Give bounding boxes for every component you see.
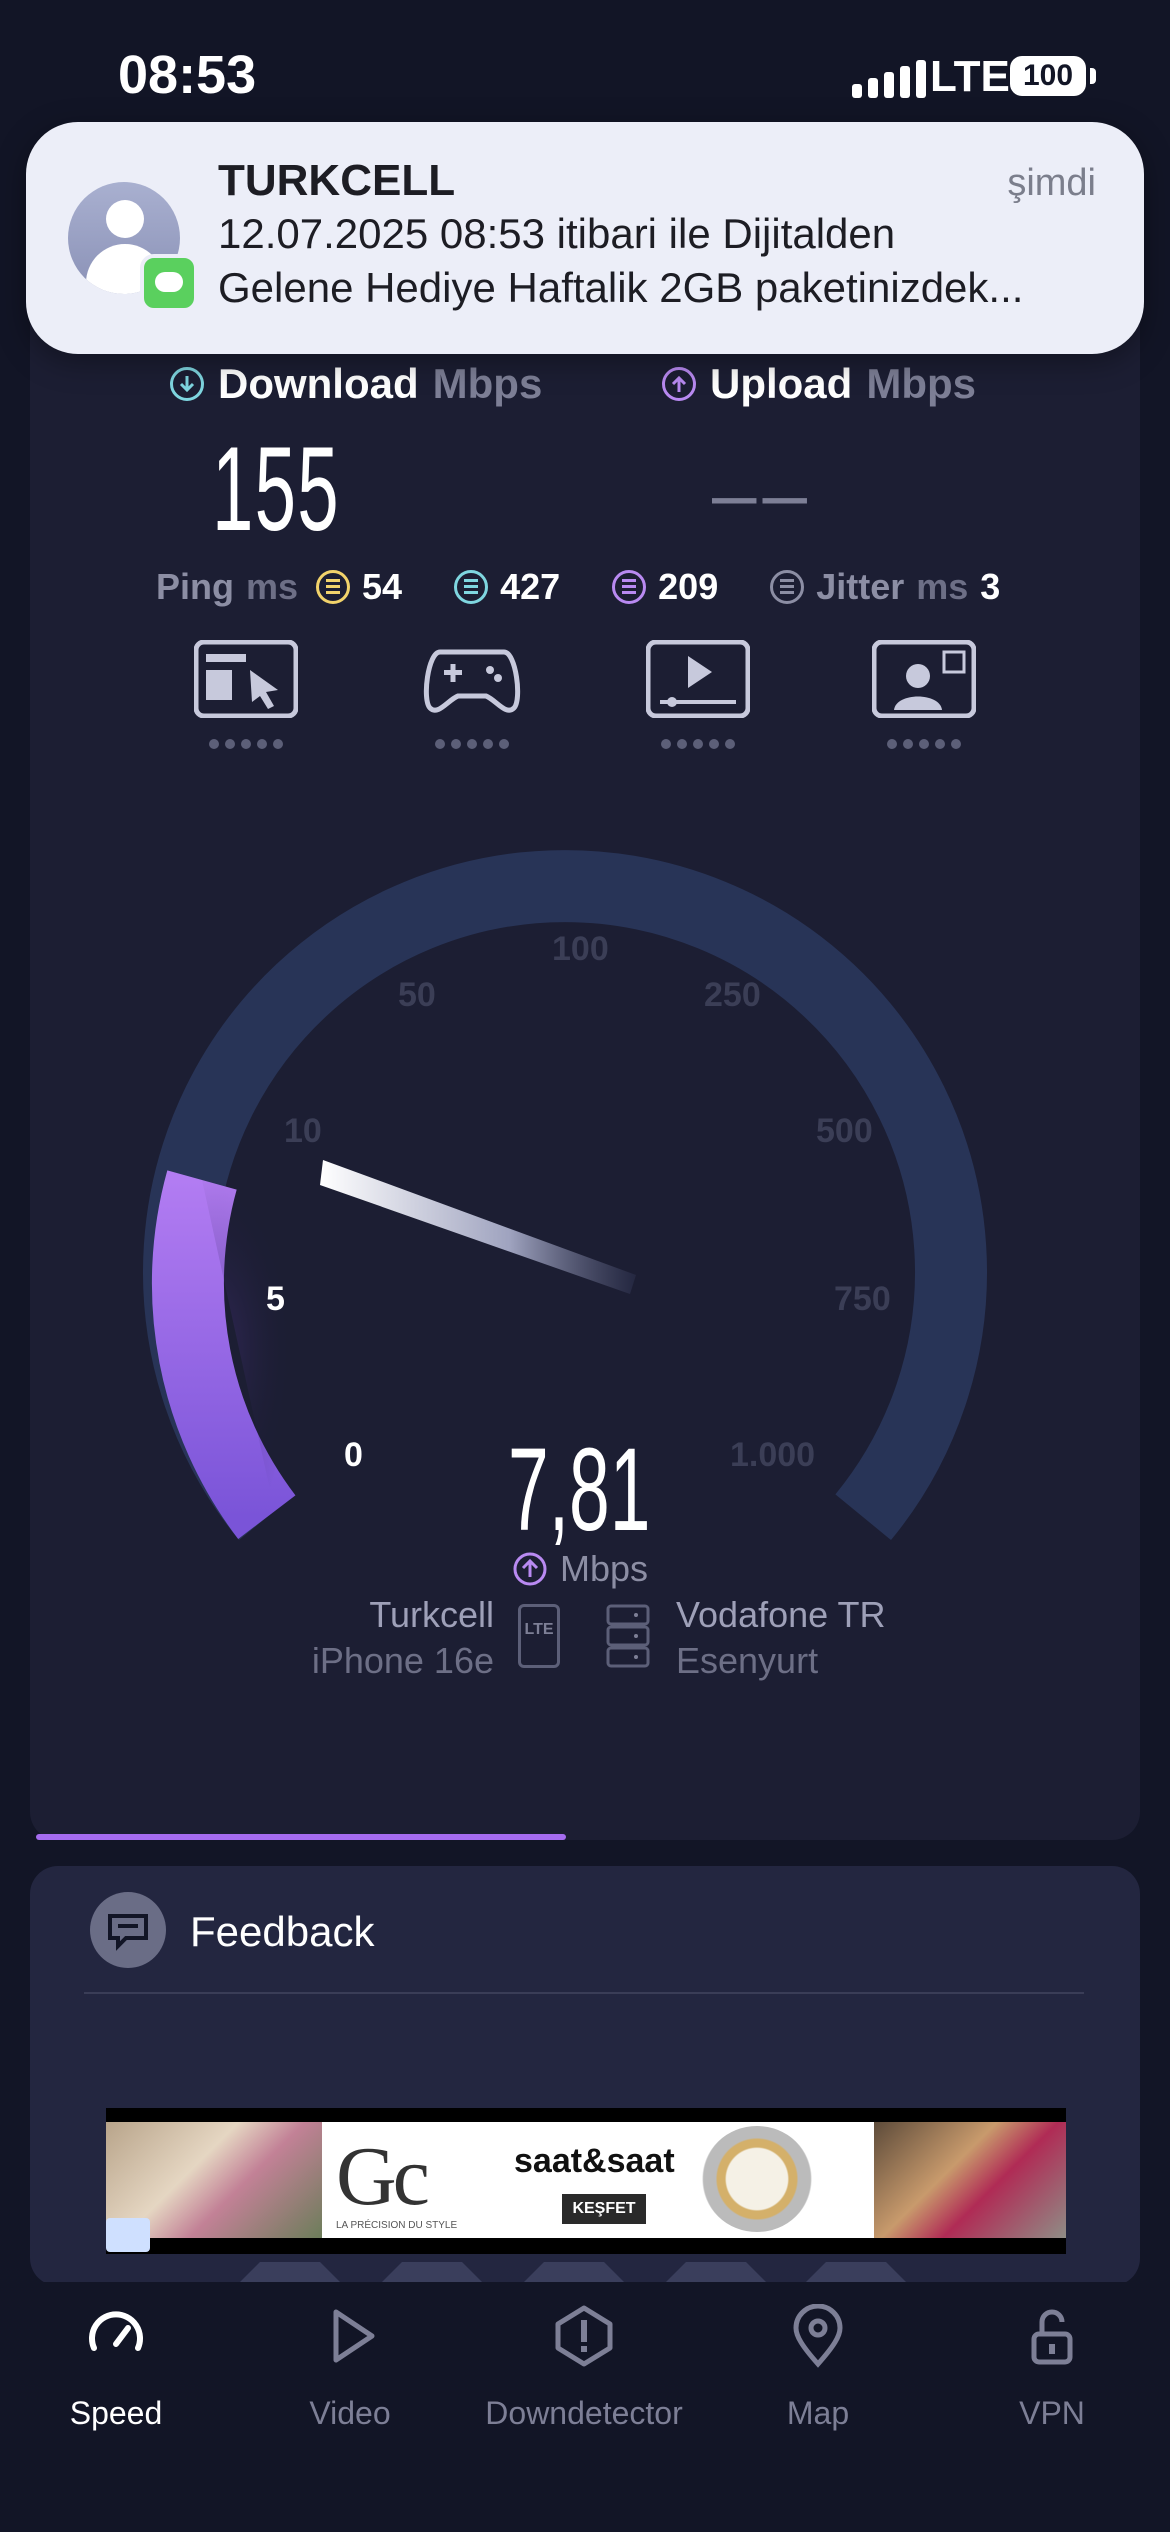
network-type: LTE [930, 52, 1010, 101]
upload-value: –– [712, 449, 813, 538]
download-unit: Mbps [432, 360, 543, 407]
gauge-tick-250: 250 [704, 976, 761, 1014]
gauge-tick-1000: 1.000 [730, 1436, 816, 1474]
tab-video[interactable]: Video [250, 2304, 450, 2432]
gauge-tick-500: 500 [816, 1112, 873, 1150]
tab-map-label: Map [786, 2395, 850, 2431]
ad-photo-right [874, 2122, 1066, 2238]
feedback-title[interactable]: Feedback [190, 1908, 374, 1956]
idle-ping-value: 54 [362, 566, 403, 607]
notification-body-line-1: 12.07.2025 08:53 itibari ile Dijitalden [218, 210, 896, 257]
current-speed-value: 7,81 [508, 1424, 651, 1556]
map-pin-icon [793, 2303, 843, 2368]
upload-label: Upload [710, 360, 853, 407]
download-icon [170, 367, 204, 401]
idle-ping-icon [316, 570, 351, 604]
video-player-icon [645, 639, 751, 719]
device-name: iPhone 16e [311, 1640, 494, 1681]
messages-app-icon [140, 254, 198, 312]
jitter-label: Jitter [816, 566, 905, 607]
web-browsing-quality[interactable] [193, 639, 299, 749]
watch-image [702, 2126, 812, 2232]
battery-tip [1090, 68, 1096, 84]
server-location: Esenyurt [676, 1640, 819, 1681]
provider-info: Turkcell iPhone 16e [312, 1592, 494, 1684]
download-ping-value: 427 [500, 566, 561, 607]
server-name: Vodafone TR [676, 1594, 886, 1635]
cellular-signal-icon [852, 60, 926, 98]
tab-downdetector[interactable]: Downdetector [484, 2304, 684, 2432]
gauge-tick-100: 100 [552, 930, 609, 968]
upload-icon [513, 1552, 547, 1586]
ad-logo: Gc [336, 2130, 430, 2223]
jitter-icon [770, 570, 805, 604]
tab-vpn[interactable]: VPN [952, 2304, 1152, 2432]
download-value: 155 [212, 422, 340, 556]
current-speed-unit: Mbps [560, 1548, 649, 1589]
video-call-quality[interactable] [871, 639, 977, 749]
chat-bubble-icon [90, 1892, 166, 1968]
upload-ping-icon [612, 570, 647, 604]
ad-info-icon[interactable] [106, 2218, 150, 2252]
upload-unit: Mbps [866, 360, 976, 407]
battery-icon: 100 [1010, 56, 1086, 96]
video-streaming-quality[interactable] [645, 639, 751, 749]
server-info[interactable]: Vodafone TR Esenyurt [676, 1592, 886, 1684]
ad-tagline: LA PRÉCISION DU STYLE [336, 2220, 458, 2231]
upload-ping-value: 209 [658, 566, 719, 607]
ad-center: Gc LA PRÉCISION DU STYLE saat&saat KEŞFE… [322, 2122, 874, 2238]
web-browsing-icon [193, 639, 299, 719]
notification-body-line-2: Gelene Hediye Haftalik 2GB paketinizdek.… [218, 264, 1024, 311]
ad-cta-button[interactable]: KEŞFET [562, 2194, 646, 2224]
tab-downdetector-label: Downdetector [485, 2395, 683, 2431]
gaming-quality[interactable] [420, 640, 524, 749]
lte-phone-icon: LTE [518, 1604, 560, 1668]
ping-label: Ping [156, 566, 234, 607]
speedometer-icon [89, 2311, 143, 2351]
gauge-needle [320, 1160, 636, 1294]
tab-speed-label: Speed [69, 2395, 163, 2431]
gauge-tick-10: 10 [284, 1112, 322, 1150]
ad-brand: saat&saat [514, 2142, 675, 2180]
server-icon [606, 1604, 650, 1668]
download-header: Download Mbps [170, 360, 542, 408]
notification-time: şimdi [1007, 162, 1096, 204]
jitter-value: 3 [980, 566, 1001, 607]
gauge-tick-0: 0 [344, 1436, 363, 1474]
feedback-divider [84, 1992, 1084, 1994]
tab-video-label: Video [309, 2395, 391, 2431]
download-label: Download [218, 360, 419, 407]
upload-icon [662, 367, 696, 401]
latency-row: Ping ms 54 427 209 Jitter ms 3 [156, 566, 1000, 608]
tab-speed[interactable]: Speed [16, 2304, 216, 2432]
jitter-unit: ms [916, 566, 969, 607]
provider-name: Turkcell [369, 1594, 494, 1635]
gauge-tick-50: 50 [398, 976, 436, 1014]
gauge-tick-5: 5 [266, 1280, 285, 1318]
gauge-tick-750: 750 [834, 1280, 891, 1318]
gamepad-icon [423, 649, 521, 713]
test-progress-bar [36, 1834, 566, 1840]
unlock-icon [1031, 2309, 1073, 2365]
tab-vpn-label: VPN [1019, 2395, 1085, 2431]
tab-map[interactable]: Map [718, 2303, 918, 2432]
play-icon [333, 2309, 375, 2363]
download-ping-icon [454, 570, 489, 604]
notification-sender: TURKCELL [218, 156, 456, 205]
alert-icon [555, 2305, 613, 2367]
current-speed-unit-row: Mbps [512, 1548, 648, 1590]
advertisement-banner[interactable]: Gc LA PRÉCISION DU STYLE saat&saat KEŞFE… [106, 2108, 1066, 2254]
video-call-icon [871, 639, 977, 719]
ping-unit: ms [246, 566, 299, 607]
upload-header: Upload Mbps [662, 360, 976, 408]
status-time: 08:53 [118, 45, 257, 105]
